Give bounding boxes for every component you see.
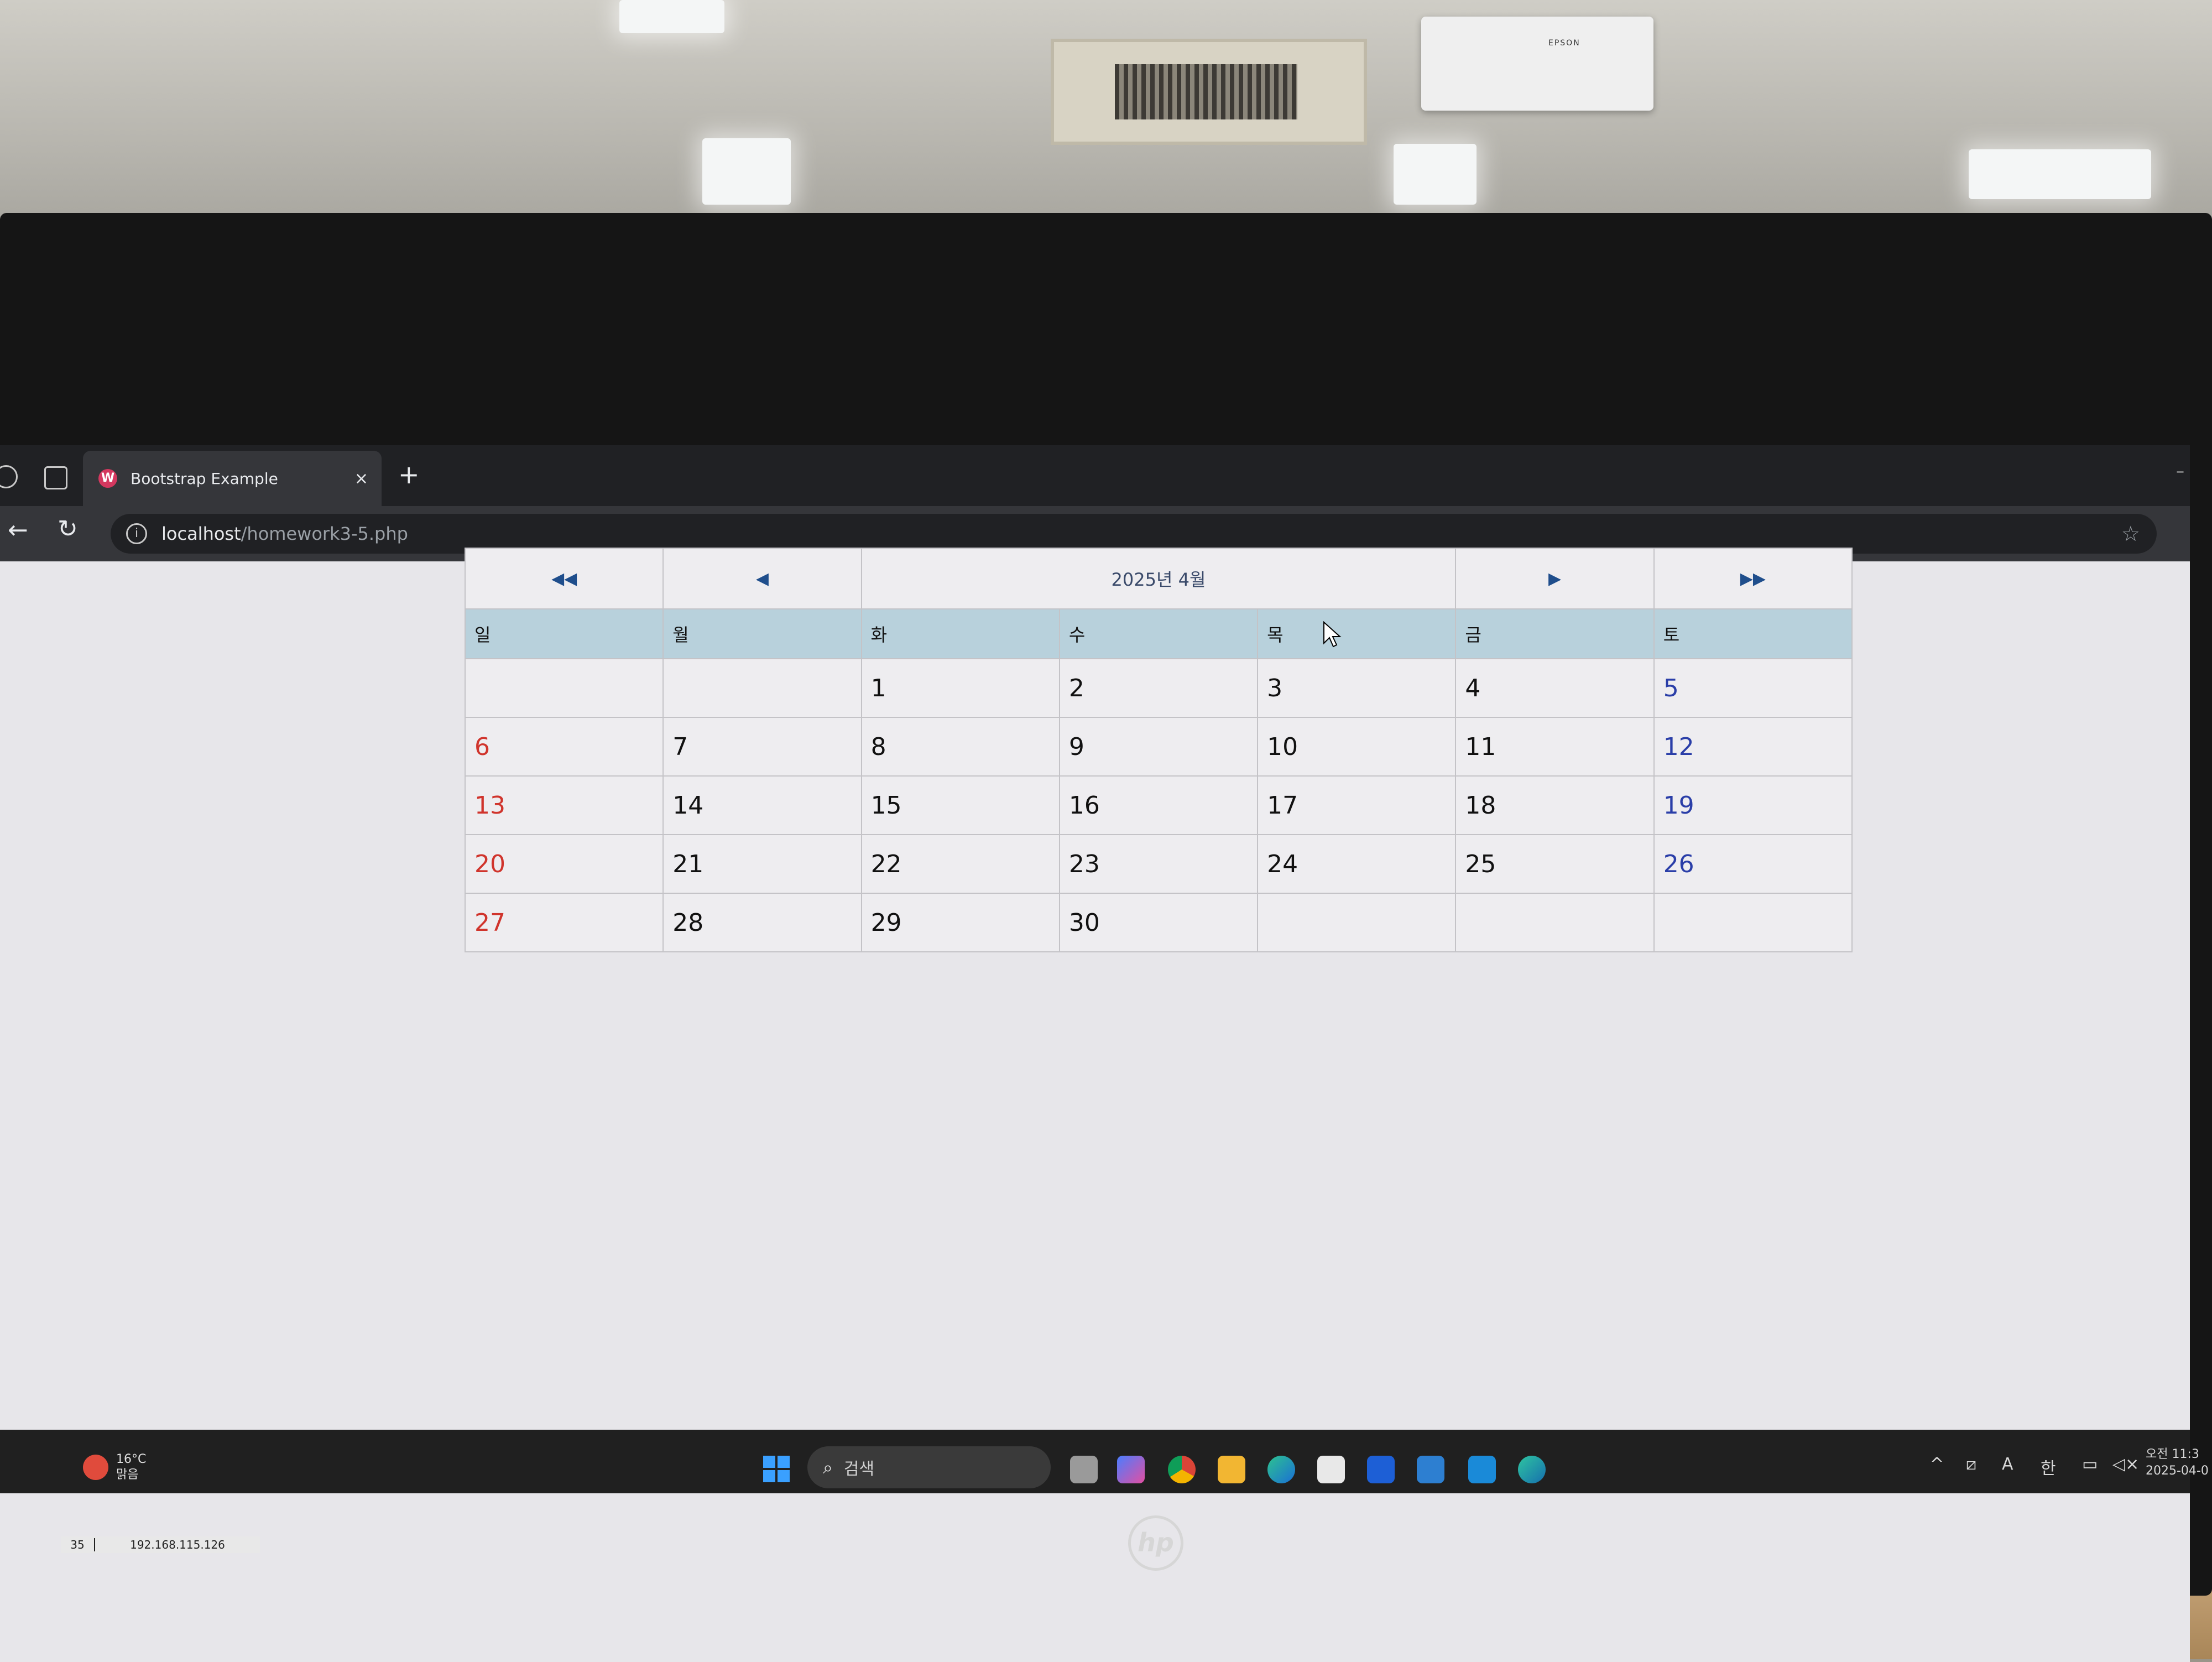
store-icon[interactable] (1317, 1456, 1345, 1483)
weather-desc: 맑음 (116, 1468, 139, 1482)
taskbar-items: 16°C 맑음 ⌕ 검색 ^ ⧄ A 한 ▭ ◁× 오전 11:3 2025-0… (0, 213, 2212, 1596)
projector-brand: EPSON (1548, 39, 1580, 48)
vscode-icon[interactable] (1468, 1456, 1496, 1483)
task-view-icon[interactable] (1070, 1456, 1098, 1483)
ime-indicator[interactable]: 한 (2041, 1455, 2056, 1479)
volume-muted-icon[interactable]: ◁× (2112, 1455, 2139, 1474)
windows-start-icon[interactable] (763, 1456, 790, 1482)
weather-icon (83, 1455, 108, 1480)
ceiling-vent (1051, 39, 1367, 145)
weather-temp: 16°C (116, 1452, 147, 1466)
edge-icon[interactable] (1267, 1456, 1295, 1483)
ip-sticker: 35 192.168.115.126 (61, 1536, 260, 1553)
weather-widget[interactable]: 16°C 맑음 (83, 1452, 146, 1483)
ceiling: EPSON (0, 0, 2212, 221)
network-icon[interactable]: ⧄ (1966, 1455, 1976, 1474)
dropbox-icon[interactable] (1367, 1456, 1395, 1483)
copilot-icon[interactable] (1117, 1456, 1145, 1483)
display-icon[interactable]: ▭ (2082, 1455, 2098, 1474)
search-icon: ⌕ (823, 1456, 833, 1478)
hp-logo: hp (1128, 1515, 1183, 1571)
clock-time: 오전 11:3 (2146, 1447, 2199, 1461)
file-explorer-icon[interactable] (1218, 1456, 1245, 1483)
search-label: 검색 (843, 1460, 875, 1479)
font-indicator[interactable]: A (2002, 1455, 2013, 1474)
projector: EPSON (1421, 17, 1653, 111)
ceiling-light (702, 138, 791, 205)
sticker-ip: 192.168.115.126 (130, 1538, 225, 1551)
edge-dev-icon[interactable] (1518, 1456, 1546, 1483)
sticker-number: 35 (61, 1538, 95, 1551)
chrome-icon[interactable] (1168, 1456, 1196, 1483)
ceiling-light (1969, 149, 2151, 199)
tray-chevron-icon[interactable]: ^ (1930, 1455, 1944, 1474)
monitor-app-icon[interactable] (1417, 1456, 1444, 1483)
taskbar-clock[interactable]: 오전 11:3 2025-04-0 (2146, 1446, 2209, 1479)
taskbar-search[interactable]: ⌕ 검색 (807, 1446, 1051, 1488)
clock-date: 2025-04-0 (2146, 1464, 2209, 1478)
ceiling-light (619, 0, 724, 33)
ceiling-light (1394, 144, 1477, 205)
